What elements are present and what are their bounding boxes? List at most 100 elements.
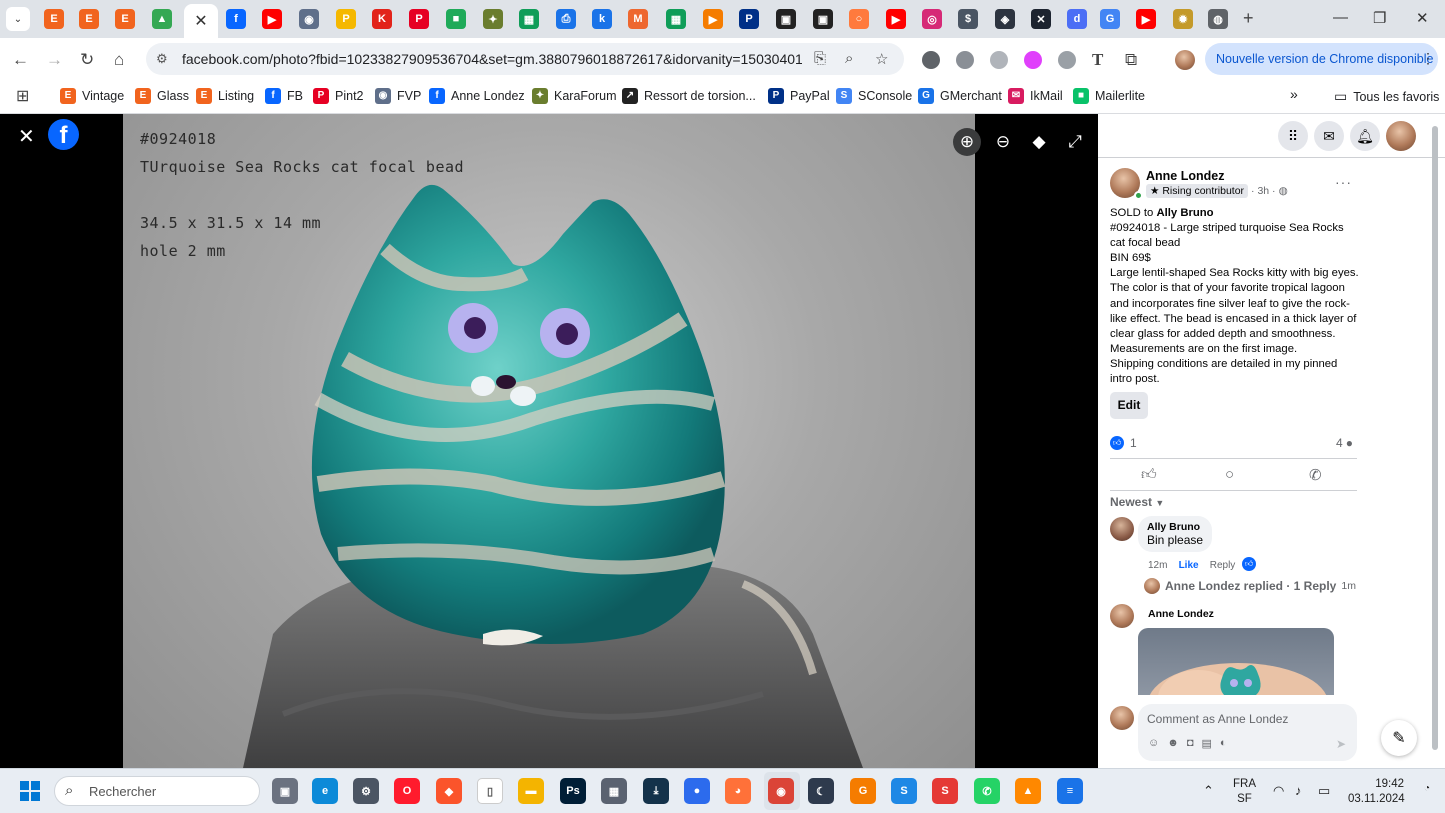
bookmark-pint2[interactable]: P Pint2 <box>313 88 364 104</box>
profile-avatar-icon[interactable] <box>1175 50 1195 70</box>
chat-green-icon[interactable]: ■ <box>446 9 466 29</box>
comment-like-link[interactable]: Like <box>1179 560 1199 571</box>
pixel-icon[interactable]: ▣ <box>776 9 796 29</box>
zoom-out-icon[interactable]: ⊖ <box>989 128 1017 156</box>
tag-icon[interactable]: ◆ <box>1025 128 1053 156</box>
brave-icon[interactable]: ◆ <box>436 778 462 804</box>
etsy-icon[interactable]: E <box>44 9 64 29</box>
windows-start-icon[interactable] <box>20 781 40 801</box>
camera-icon[interactable]: ◘ <box>1187 737 1194 750</box>
rising-contributor-badge[interactable]: ★ Rising contributor <box>1146 184 1249 198</box>
panel-scrollbar[interactable] <box>1430 118 1440 750</box>
commenter-avatar[interactable] <box>1110 517 1134 541</box>
like-thumb-icon[interactable]: 👍︎ <box>1141 466 1157 484</box>
comment-sort-dropdown[interactable]: Newest ▼ <box>1110 495 1164 509</box>
edit-button[interactable]: Edit <box>1110 392 1148 419</box>
youtube-icon[interactable]: ▶ <box>1136 9 1156 29</box>
notifications-bell-icon[interactable]: 🔔︎ <box>1350 121 1380 151</box>
coin-icon[interactable]: $ <box>958 9 978 29</box>
post-options-icon[interactable]: ··· <box>1335 174 1352 190</box>
menu-grid-icon[interactable]: ⠿ <box>1278 121 1308 151</box>
etsy-circle-icon[interactable]: E <box>79 9 99 29</box>
sheets-icon[interactable]: ▦ <box>666 9 686 29</box>
forward-arrow-icon[interactable]: → <box>46 50 63 70</box>
chrome-menu-icon[interactable]: ⋮ <box>1421 50 1435 67</box>
emoji-icon[interactable]: ☻ <box>1167 737 1179 750</box>
bookmark-fb[interactable]: f FB <box>265 88 303 104</box>
youtube-icon[interactable]: ▶ <box>886 9 906 29</box>
home-icon[interactable]: ⌂ <box>114 50 124 70</box>
firefox-icon[interactable]: ◕ <box>725 778 751 804</box>
site-settings-icon[interactable]: ⚙ <box>156 51 168 67</box>
explorer-icon[interactable]: ▬ <box>518 778 544 804</box>
sold-to-link[interactable]: Ally Bruno <box>1156 207 1213 219</box>
zoom-in-icon[interactable]: ⊕ <box>953 128 981 156</box>
input-language[interactable]: FRA SF <box>1233 777 1256 807</box>
gear-ext-icon[interactable] <box>1058 51 1076 69</box>
badge-gold-icon[interactable]: ✹ <box>1173 9 1193 29</box>
back-arrow-icon[interactable]: ← <box>12 50 29 70</box>
sheets-icon[interactable]: ▦ <box>519 9 539 29</box>
font-tool-icon[interactable]: T <box>1092 50 1103 70</box>
close-viewer-icon[interactable]: ✕ <box>18 124 35 149</box>
calculator-icon[interactable]: ▦ <box>601 778 627 804</box>
pink-arrow-icon[interactable] <box>1024 51 1042 69</box>
send-icon[interactable]: ➤ <box>1336 737 1346 751</box>
comment-author[interactable]: Anne Londez <box>1148 608 1214 620</box>
avatar-sticker-icon[interactable]: ☺ <box>1148 737 1159 750</box>
magento-icon[interactable]: M <box>628 9 648 29</box>
task-view-icon[interactable]: ▣ <box>272 778 298 804</box>
vpn-icon[interactable] <box>922 51 940 69</box>
karaforum-icon[interactable]: ✦ <box>483 9 503 29</box>
comment-count[interactable]: 4 ● <box>1336 436 1353 450</box>
zoom-icon[interactable]: ⌕ <box>845 50 853 67</box>
docs-icon[interactable]: ≡ <box>1057 778 1083 804</box>
print-icon[interactable]: ⎙ <box>556 9 576 29</box>
comment-author[interactable]: Ally Bruno <box>1147 521 1203 533</box>
edge-icon[interactable]: e <box>312 778 338 804</box>
opera-icon[interactable]: O <box>394 778 420 804</box>
comment-composer[interactable]: Comment as Anne Londez ☺ ☻ ◘ ▤ ◐ ➤ <box>1138 704 1357 761</box>
extensions-puzzle-icon[interactable]: ⧉ <box>1125 50 1137 70</box>
comment-photo[interactable] <box>1138 628 1334 695</box>
globe-icon[interactable]: ◍ <box>1208 9 1228 29</box>
account-avatar-icon[interactable] <box>1386 121 1416 151</box>
fvp-icon[interactable]: ◉ <box>299 9 319 29</box>
messenger-icon[interactable]: ✉ <box>1314 121 1344 151</box>
pp-icon[interactable]: P <box>336 9 356 29</box>
comment-reply-link[interactable]: Reply <box>1210 560 1236 571</box>
fullscreen-icon[interactable]: ⤢ <box>1061 128 1089 156</box>
scrollbar-thumb[interactable] <box>1432 126 1438 750</box>
etsy-circle-icon[interactable]: E <box>115 9 135 29</box>
composer-avatar[interactable] <box>1110 706 1134 730</box>
s-red-icon[interactable]: S <box>932 778 958 804</box>
url-text[interactable]: facebook.com/photo?fbid=1023382790953670… <box>182 51 802 67</box>
bookmark-star-icon[interactable]: ☆ <box>875 50 888 68</box>
compass-icon[interactable]: ◈ <box>995 9 1015 29</box>
bookmarks-overflow-button[interactable]: » <box>1290 86 1298 102</box>
google-icon[interactable]: G <box>1100 9 1120 29</box>
file-icon[interactable]: ▯ <box>477 778 503 804</box>
bookmark-listing[interactable]: E Listing <box>196 88 254 104</box>
bookmark-mailerlite[interactable]: ■ Mailerlite <box>1073 88 1145 104</box>
bookmark-karaforum[interactable]: ✦ KaraForum <box>532 88 617 104</box>
post-author-name[interactable]: Anne Londez <box>1146 169 1224 183</box>
youtube-icon[interactable]: ▶ <box>262 9 282 29</box>
reaction-summary[interactable]: 👍︎ 1 <box>1110 436 1137 450</box>
s-blue-icon[interactable]: S <box>891 778 917 804</box>
facebook-logo-icon[interactable]: f <box>48 119 79 150</box>
instagram-icon[interactable]: ◎ <box>922 9 942 29</box>
apps-grid-icon[interactable]: ⊞ <box>16 86 29 106</box>
notification-center-icon[interactable]: ◔ <box>1424 783 1430 794</box>
bookmark-glass[interactable]: E Glass <box>135 88 189 104</box>
d-circle-icon[interactable]: d <box>1067 9 1087 29</box>
comment-time[interactable]: 12m <box>1148 560 1167 571</box>
g-orange-icon[interactable]: G <box>850 778 876 804</box>
settings-icon[interactable]: ⚙ <box>353 778 379 804</box>
vlc-icon[interactable]: ▲ <box>1015 778 1041 804</box>
post-time[interactable]: · 3h · <box>1251 185 1276 197</box>
download-icon[interactable]: ⤓ <box>643 778 669 804</box>
clock[interactable]: 19:42 03.11.2024 <box>1348 777 1405 807</box>
maximize-icon[interactable]: ❐ <box>1373 9 1386 27</box>
bookmark-fvp[interactable]: ◉ FVP <box>375 88 421 104</box>
